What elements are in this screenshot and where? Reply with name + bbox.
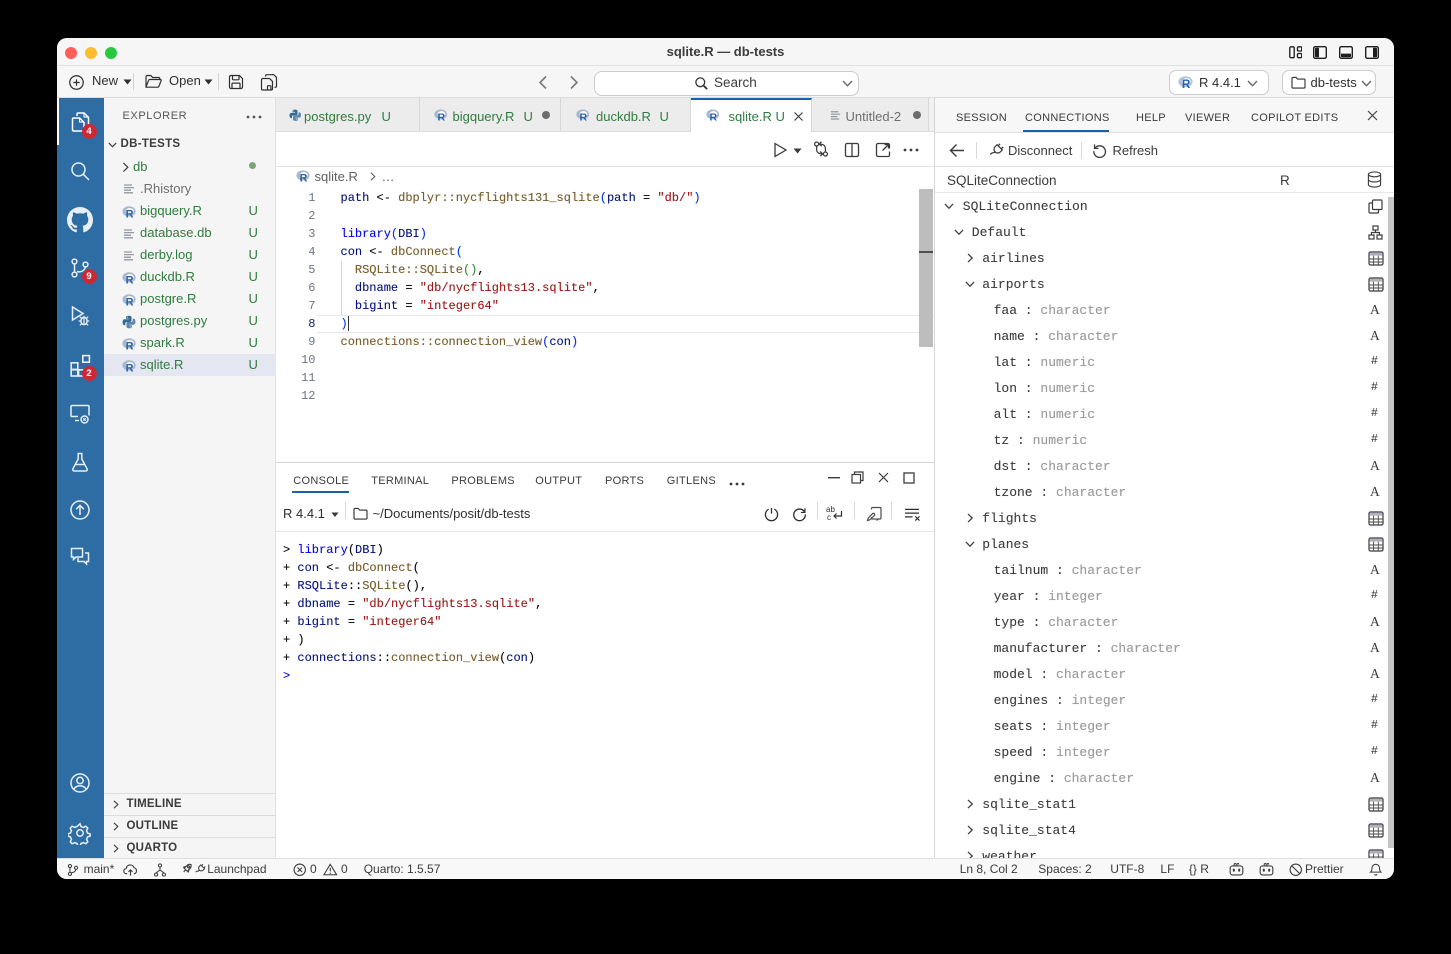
svg-text:R: R: [126, 208, 134, 218]
svg-text:R: R: [126, 274, 134, 284]
svg-text:R: R: [126, 362, 134, 372]
svg-text:R: R: [709, 111, 717, 121]
svg-text:R: R: [126, 340, 134, 350]
svg-text:R: R: [300, 172, 308, 182]
svg-text:R: R: [126, 296, 134, 306]
svg-text:c: c: [827, 513, 831, 522]
svg-text:R: R: [1182, 78, 1191, 90]
svg-text:R: R: [579, 111, 587, 121]
svg-text:R: R: [437, 111, 445, 121]
